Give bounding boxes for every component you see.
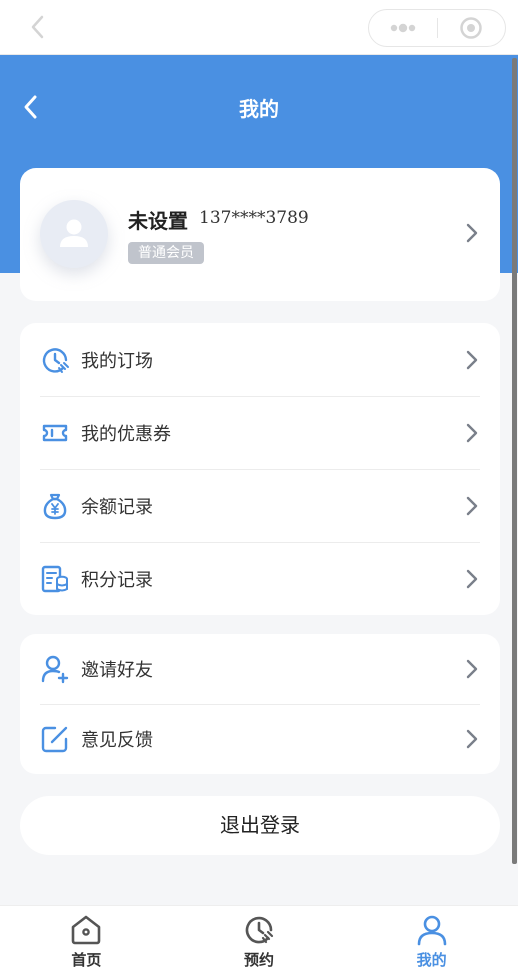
menu-item-invite-friends[interactable]: 邀请好友 [20, 634, 500, 704]
scrollbar[interactable] [512, 58, 517, 864]
menu-item-points-records[interactable]: 积分记录 [20, 542, 500, 615]
system-nav-bar [0, 0, 518, 55]
money-bag-icon [40, 491, 70, 521]
home-icon [72, 915, 101, 945]
menu-item-my-coupons[interactable]: 我的优惠券 [20, 396, 500, 469]
user-placeholder-icon [60, 219, 88, 247]
chevron-right-icon [466, 496, 478, 520]
chevron-right-icon [466, 223, 478, 247]
menu-item-feedback[interactable]: 意见反馈 [20, 704, 500, 774]
chevron-right-icon [466, 350, 478, 374]
clock-icon [245, 916, 274, 944]
avatar[interactable] [40, 200, 108, 268]
mini-program-capsule [368, 9, 506, 47]
menu-label: 邀请好友 [81, 660, 153, 681]
logout-button[interactable]: 退出登录 [20, 796, 500, 855]
chevron-right-icon [466, 729, 478, 753]
chevron-right-icon [466, 659, 478, 683]
tab-label: 预约 [244, 951, 275, 969]
bottom-tab-bar: 首页 预约 我的 [0, 905, 518, 975]
menu-group-extra: 邀请好友 意见反馈 [20, 634, 500, 774]
tab-label: 我的 [416, 951, 447, 969]
phone-number: 137****3789 [199, 208, 309, 228]
menu-label: 积分记录 [81, 569, 153, 591]
user-icon [417, 915, 446, 946]
add-user-icon [40, 654, 70, 684]
clock-icon [40, 345, 70, 375]
edit-icon [40, 724, 70, 754]
menu-item-balance-records[interactable]: 余额记录 [20, 469, 500, 542]
points-record-icon [40, 564, 70, 594]
menu-label: 余额记录 [81, 496, 153, 518]
more-options-icon[interactable] [369, 10, 437, 46]
tab-mine[interactable]: 我的 [345, 906, 518, 975]
close-miniprogram-icon[interactable] [438, 10, 506, 46]
menu-label: 我的优惠券 [81, 423, 171, 445]
member-level-badge: 普通会员 [128, 242, 204, 264]
menu-item-my-bookings[interactable]: 我的订场 [20, 323, 500, 396]
tab-booking[interactable]: 预约 [173, 906, 346, 975]
page-title: 我的 [239, 97, 279, 121]
chevron-right-icon [466, 423, 478, 447]
menu-group-main: 我的订场 我的优惠券 余额记录 积分记录 [20, 323, 500, 615]
profile-card[interactable]: 未设置 137****3789 普通会员 [20, 168, 500, 301]
chevron-right-icon [466, 569, 478, 593]
tab-home[interactable]: 首页 [0, 906, 173, 975]
menu-label: 意见反馈 [81, 730, 153, 751]
nickname: 未设置 [128, 209, 188, 233]
ticket-icon [40, 418, 70, 448]
tab-label: 首页 [71, 951, 102, 969]
capsule-back-icon[interactable] [22, 12, 52, 42]
menu-label: 我的订场 [81, 350, 153, 372]
